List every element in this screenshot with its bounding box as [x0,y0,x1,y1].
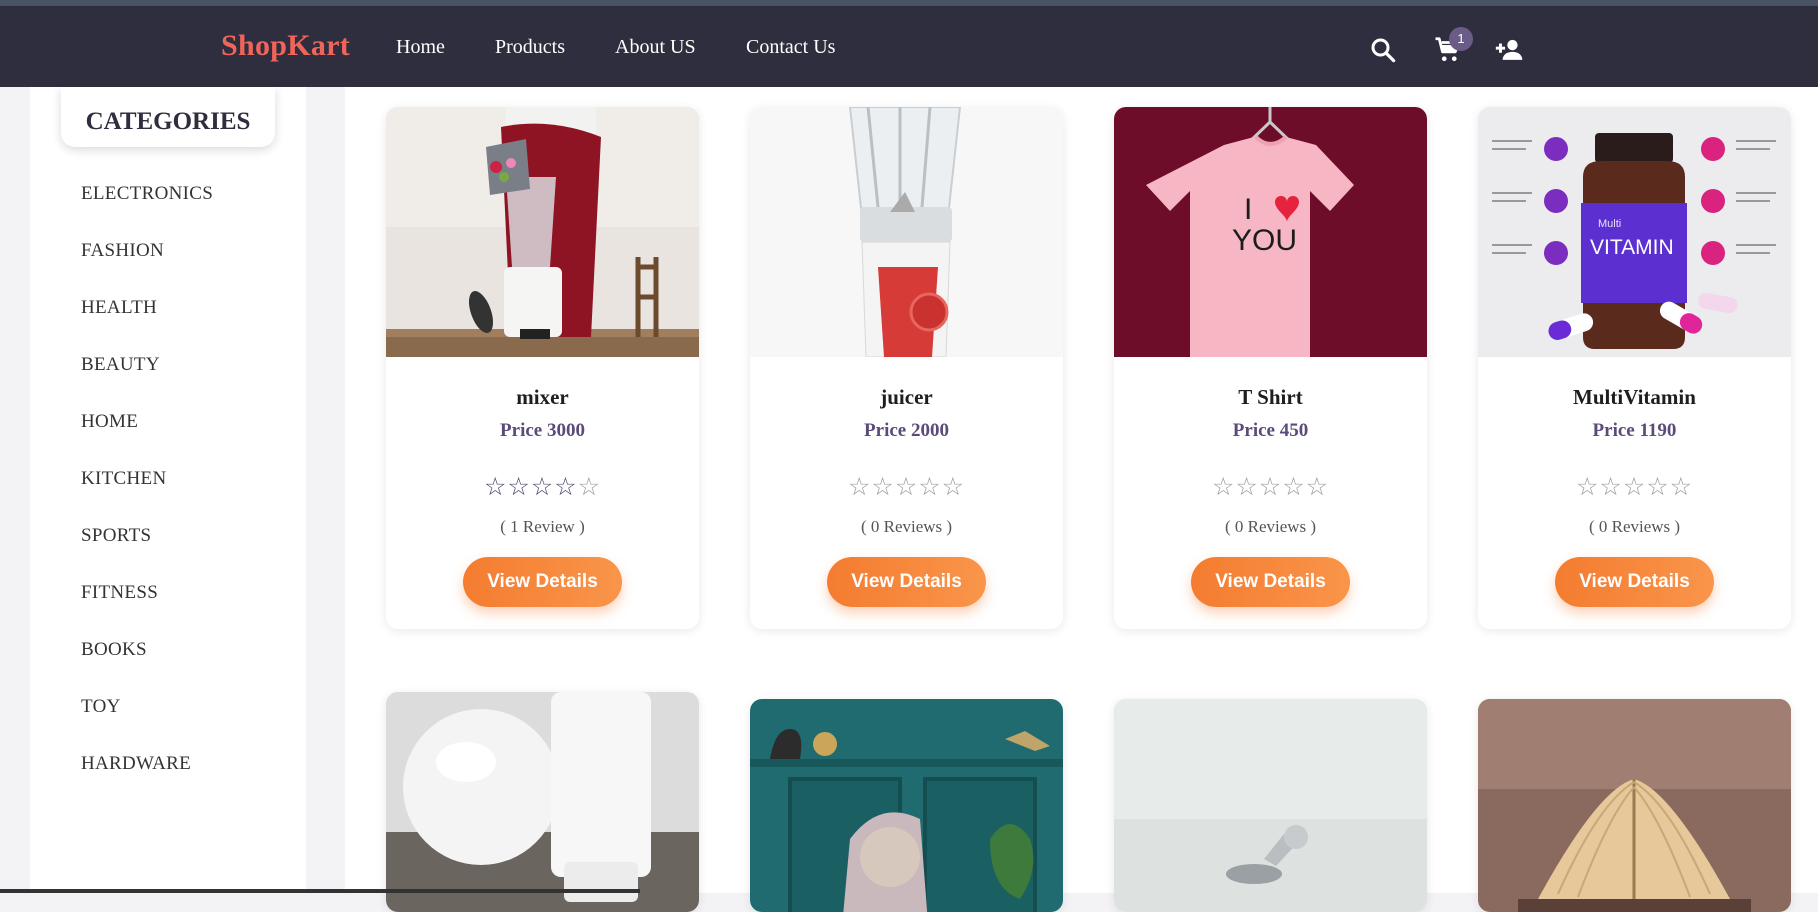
star-icon: ☆ [1211,474,1236,501]
product-price: Price 450 [1232,420,1309,441]
product-card [1114,699,1427,912]
product-card [1478,699,1791,912]
product-price: Price 2000 [864,420,949,441]
star-icon: ☆ [1305,474,1330,501]
review-count: ( 0 Reviews ) [860,517,953,536]
nav-products[interactable]: Products [495,36,565,59]
star-icon: ☆ [1575,474,1600,501]
rating-stars: ☆☆☆☆☆ [750,472,1063,502]
product-card [750,699,1063,912]
star-icon: ☆ [1282,474,1306,501]
star-icon: ☆ [577,474,602,501]
star-icon: ☆ [918,474,942,501]
product-name: mixer [516,385,569,409]
vitamin-label-multi: Multi [1598,218,1621,230]
star-icon: ☆ [1599,474,1623,501]
tshirt-print-i: I [1244,193,1252,226]
star-icon: ☆ [941,474,966,501]
star-icon: ☆ [530,474,555,501]
product-card: Multi VITAMIN MultiVitamin Price 1190 ☆☆… [1478,107,1791,629]
category-beauty[interactable]: BEAUTY [81,354,160,376]
view-details-button[interactable]: View Details [463,557,622,607]
star-icon: ☆ [554,474,578,501]
star-icon: ☆ [871,474,895,501]
product-image-home[interactable] [750,699,1063,912]
product-price: Price 1190 [1592,420,1677,441]
product-card [386,692,699,912]
star-icon: ☆ [483,474,508,501]
category-kitchen[interactable]: KITCHEN [81,468,166,490]
category-health[interactable]: HEALTH [81,297,157,319]
review-count: ( 1 Review ) [500,517,585,536]
bottom-scroll-indicator [0,889,640,893]
star-icon: ☆ [1258,474,1283,501]
nav-home[interactable]: Home [396,36,445,59]
product-price: Price 3000 [500,420,585,441]
category-home[interactable]: HOME [81,411,138,433]
star-icon: ☆ [847,474,872,501]
rating-stars: ☆☆☆☆☆ [1114,472,1427,502]
rating-stars: ☆☆☆☆☆ [1478,472,1791,502]
view-details-button[interactable]: View Details [1555,557,1714,607]
category-fashion[interactable]: FASHION [81,240,164,262]
product-image-tshirt[interactable]: I YOU [1114,107,1427,357]
rating-stars: ☆☆☆☆☆ [386,472,699,502]
category-electronics[interactable]: ELECTRONICS [81,183,213,205]
star-icon: ☆ [1669,474,1694,501]
categories-title: CATEGORIES [61,87,275,147]
brand-logo[interactable]: ShopKart [221,29,350,63]
product-name: juicer [880,385,933,409]
category-hardware[interactable]: HARDWARE [81,753,191,775]
nav-about[interactable]: About US [615,36,696,59]
category-sports[interactable]: SPORTS [81,525,151,547]
product-image-books[interactable] [1478,699,1791,912]
add-user-icon[interactable] [1494,35,1524,65]
product-image-juicer[interactable] [750,107,1063,357]
category-books[interactable]: BOOKS [81,639,147,661]
category-fitness[interactable]: FITNESS [81,582,158,604]
product-image-mixer[interactable] [386,107,699,357]
product-image-kitchen[interactable] [1114,699,1427,912]
product-card: mixer Price 3000 ☆☆☆☆☆ ( 1 Review ) View… [386,107,699,629]
category-toy[interactable]: TOY [81,696,121,718]
star-icon: ☆ [1622,474,1647,501]
product-image-multivitamin[interactable]: Multi VITAMIN [1478,107,1791,357]
star-icon: ☆ [507,474,531,501]
product-card: juicer Price 2000 ☆☆☆☆☆ ( 0 Reviews ) Vi… [750,107,1063,629]
search-icon[interactable] [1368,35,1398,65]
navbar: ShopKart Home Products About US Contact … [0,6,1818,87]
review-count: ( 0 Reviews ) [1224,517,1317,536]
product-image-beauty[interactable] [386,692,699,912]
vitamin-label-vitamin: VITAMIN [1590,236,1674,259]
nav-contact[interactable]: Contact Us [746,36,835,59]
review-count: ( 0 Reviews ) [1588,517,1681,536]
cart-count-badge: 1 [1449,27,1473,51]
star-icon: ☆ [1646,474,1670,501]
product-card: I YOU T Shirt Price 450 ☆☆☆☆☆ ( 0 Review… [1114,107,1427,629]
star-icon: ☆ [894,474,919,501]
view-details-button[interactable]: View Details [827,557,986,607]
product-name: T Shirt [1238,385,1303,409]
view-details-button[interactable]: View Details [1191,557,1350,607]
star-icon: ☆ [1235,474,1259,501]
tshirt-print-you: YOU [1232,224,1297,257]
product-name: MultiVitamin [1573,385,1696,409]
